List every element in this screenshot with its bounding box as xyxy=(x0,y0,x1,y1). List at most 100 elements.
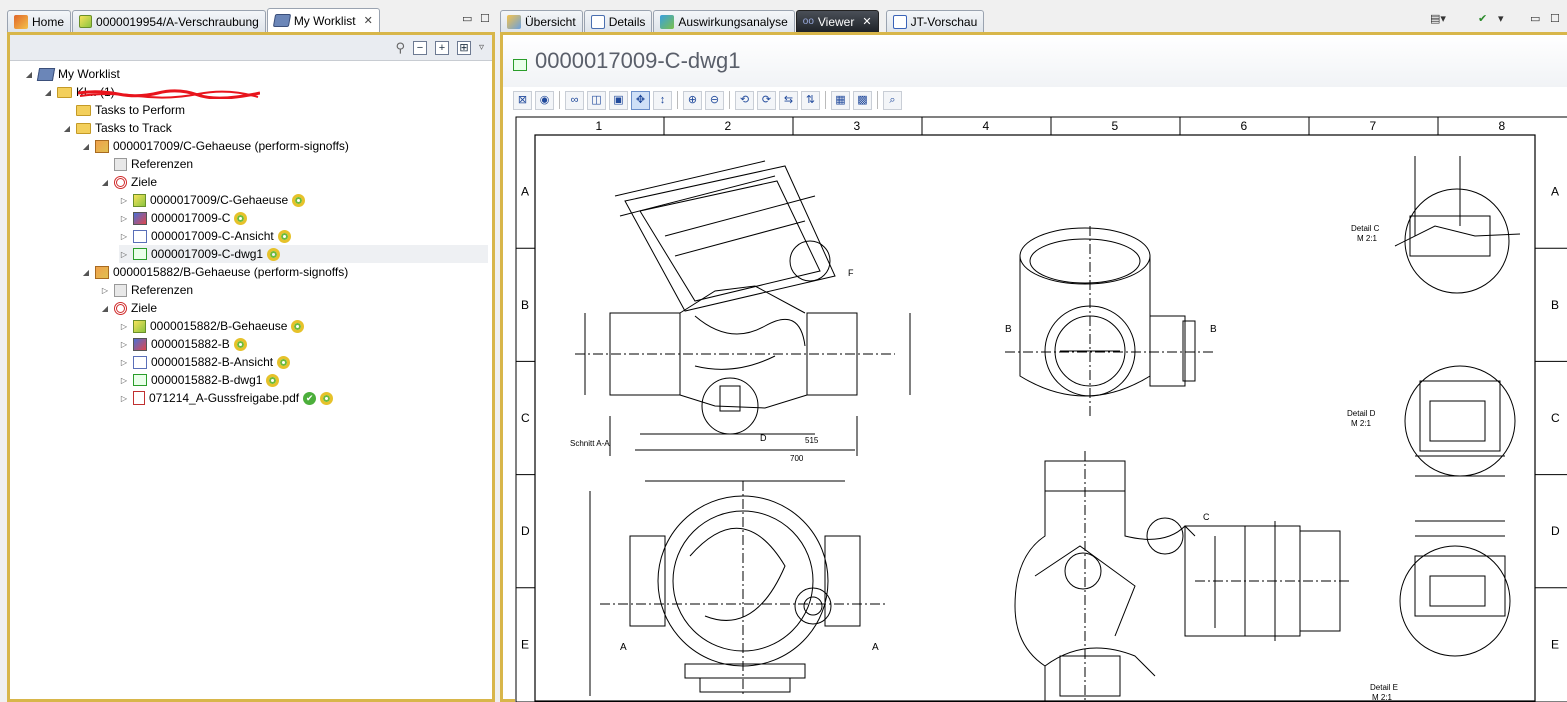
collapsed-arrow-icon[interactable]: ▷ xyxy=(119,322,129,331)
tree-item[interactable]: ▷ 0000017009-C-Ansicht xyxy=(119,227,291,245)
expanded-arrow-icon[interactable]: ◢ xyxy=(81,142,91,151)
expand-all-icon[interactable]: ⊞ xyxy=(456,40,471,55)
view-icon xyxy=(133,355,147,369)
view-menu-icon[interactable]: ▿ xyxy=(479,42,484,53)
tree-item[interactable]: ◢ Ziele xyxy=(100,173,157,191)
collapsed-arrow-icon[interactable]: ▷ xyxy=(119,214,129,223)
collapsed-arrow-icon[interactable]: ▷ xyxy=(119,196,129,205)
tree-item[interactable]: ◢ 0000017009/C-Gehaeuse (perform-signoffs… xyxy=(81,137,349,155)
glasses-icon[interactable]: ∞ xyxy=(565,90,584,110)
grid-icon[interactable]: ▩ xyxy=(853,90,872,110)
tree-item-label: 0000017009-C xyxy=(151,211,231,225)
worklist-toolbar: ⚲ − + ⊞ ▿ xyxy=(10,35,492,61)
tree-item[interactable]: Tasks to Perform xyxy=(62,101,185,119)
viewer-icon: oo xyxy=(802,16,814,27)
tree-item[interactable]: ▷ 0000017009-C-dwg1 xyxy=(119,245,488,263)
tab-label: Details xyxy=(608,14,646,29)
expanded-arrow-icon[interactable]: ◢ xyxy=(24,70,34,79)
row-label-right: D xyxy=(1551,524,1560,538)
tab-uebersicht[interactable]: Übersicht xyxy=(500,10,583,32)
tree-item-label: 0000017009/C-Gehaeuse (perform-signoffs) xyxy=(113,139,349,153)
tree-item[interactable]: ▷ 0000015882-B-dwg1 xyxy=(119,371,280,389)
layers-icon[interactable]: ▦ xyxy=(831,90,850,110)
window-icon[interactable]: ▣ xyxy=(609,90,628,110)
zoom-in-icon[interactable]: ⊕ xyxy=(683,90,702,110)
workflow-status-icon xyxy=(233,337,247,351)
tree-item-label: Tasks to Perform xyxy=(95,103,186,117)
close-icon[interactable]: ✕ xyxy=(862,15,871,28)
column-label: 1 xyxy=(596,119,603,133)
fit-all-icon[interactable]: ⊠ xyxy=(513,90,532,110)
row-label-left: B xyxy=(521,298,529,312)
cut-b-left: B xyxy=(1005,324,1012,335)
check-icon[interactable]: ✔ xyxy=(1478,12,1487,25)
tree-item[interactable]: ◢ My Worklist xyxy=(24,65,120,83)
vertical-arrow-icon[interactable]: ↕ xyxy=(653,90,672,110)
tab-auswirkungsanalyse[interactable]: Auswirkungsanalyse xyxy=(653,10,795,32)
expanded-arrow-icon[interactable]: ◢ xyxy=(100,178,110,187)
collapsed-arrow-icon[interactable]: ▷ xyxy=(119,340,129,349)
tree-item[interactable]: ◢ Tasks to Track xyxy=(62,119,172,137)
tree-item[interactable]: ▷ 0000015882-B-Ansicht xyxy=(119,353,291,371)
row-label-left: A xyxy=(521,185,529,199)
collapsed-arrow-icon[interactable]: ▷ xyxy=(119,232,129,241)
tab-verschraubung[interactable]: 0000019954/A-Verschraubung xyxy=(72,10,266,32)
tree-item[interactable]: Referenzen xyxy=(100,155,193,173)
tree-item[interactable]: ▷ 0000015882-B xyxy=(119,335,247,353)
details-icon xyxy=(590,14,605,29)
tree-item[interactable]: ▷ 0000015882/B-Gehaeuse xyxy=(119,317,305,335)
engineering-drawing[interactable]: 12345678 A AB BC CD DE E Schnitt A-A 515… xyxy=(515,116,1567,702)
maximize-left-icon[interactable]: ☐ xyxy=(480,12,490,25)
zoom-out-icon[interactable]: ⊖ xyxy=(705,90,724,110)
detail-c-callout: C xyxy=(1203,512,1210,522)
collapsed-arrow-icon[interactable]: ▷ xyxy=(119,250,129,259)
workflow-status-icon xyxy=(320,391,334,405)
expanded-arrow-icon[interactable]: ◢ xyxy=(100,304,110,313)
tab-jt-vorschau[interactable]: JT-Vorschau xyxy=(885,10,985,32)
collapsed-arrow-icon[interactable]: ▷ xyxy=(119,394,129,403)
rotate-left-icon[interactable]: ⟲ xyxy=(735,90,754,110)
tab-home[interactable]: Home xyxy=(7,10,72,32)
tree-item[interactable]: ▷ 071214_A-Gussfreigabe.pdf ✔ xyxy=(119,389,334,407)
collapsed-arrow-icon[interactable]: ▷ xyxy=(119,358,129,367)
collapsed-arrow-icon[interactable]: ▷ xyxy=(119,376,129,385)
move-icon[interactable]: ✥ xyxy=(631,90,650,110)
mirror-icon[interactable]: ⇅ xyxy=(801,90,820,110)
tree-item[interactable]: ◢ Ziele xyxy=(100,299,157,317)
tree-item[interactable]: ▷ Referenzen xyxy=(100,281,193,299)
expanded-arrow-icon[interactable]: ◢ xyxy=(43,88,53,97)
collapsed-arrow-icon[interactable]: ▷ xyxy=(100,286,110,295)
expand-icon[interactable]: + xyxy=(434,40,449,55)
maximize-right-icon[interactable]: ☐ xyxy=(1550,12,1560,25)
minimize-right-icon[interactable]: ▭ xyxy=(1530,12,1540,25)
tree-item-label: 0000015882-B-dwg1 xyxy=(151,373,263,387)
dimension-515: 515 xyxy=(805,436,819,445)
perspective-icon[interactable]: ▤▾ xyxy=(1430,12,1446,25)
dropdown-icon[interactable]: ▾ xyxy=(1498,12,1504,25)
tab-viewer[interactable]: oo Viewer ✕ xyxy=(795,10,879,32)
approved-status-icon: ✔ xyxy=(303,391,317,405)
row-label-right: E xyxy=(1551,637,1559,651)
eye-icon[interactable]: ◉ xyxy=(535,90,554,110)
expanded-arrow-icon[interactable]: ◢ xyxy=(81,268,91,277)
tree-item[interactable]: ▷ 0000017009/C-Gehaeuse xyxy=(119,191,306,209)
close-icon[interactable]: ✕ xyxy=(364,14,373,27)
rotate-right-icon[interactable]: ⟳ xyxy=(757,90,776,110)
detail-d-label: Detail D xyxy=(1347,409,1376,418)
minimize-left-icon[interactable]: ▭ xyxy=(462,12,472,25)
cut-b-right: B xyxy=(1210,324,1217,335)
pan-view-icon[interactable]: ◫ xyxy=(587,90,606,110)
magnifier-icon[interactable]: ⌕ xyxy=(883,90,902,110)
tree-item[interactable]: ▷ 0000017009-C xyxy=(119,209,248,227)
collapse-all-icon[interactable]: − xyxy=(412,40,427,55)
workflow-status-icon xyxy=(234,211,248,225)
worklist-panel: ⚲ − + ⊞ ▿ ◢ My Worklist ◢ Kl... (1) Tasks to… xyxy=(7,32,495,702)
expanded-arrow-icon[interactable]: ◢ xyxy=(62,124,72,133)
tab-details[interactable]: Details xyxy=(583,10,653,32)
tab-my-worklist[interactable]: My Worklist ✕ xyxy=(266,8,380,32)
workflow-status-icon xyxy=(292,193,306,207)
tree-item[interactable]: ◢ 0000015882/B-Gehaeuse (perform-signoffs… xyxy=(81,263,348,281)
search-icon[interactable]: ⚲ xyxy=(395,40,405,56)
drawing-icon xyxy=(133,248,147,260)
flip-icon[interactable]: ⇆ xyxy=(779,90,798,110)
